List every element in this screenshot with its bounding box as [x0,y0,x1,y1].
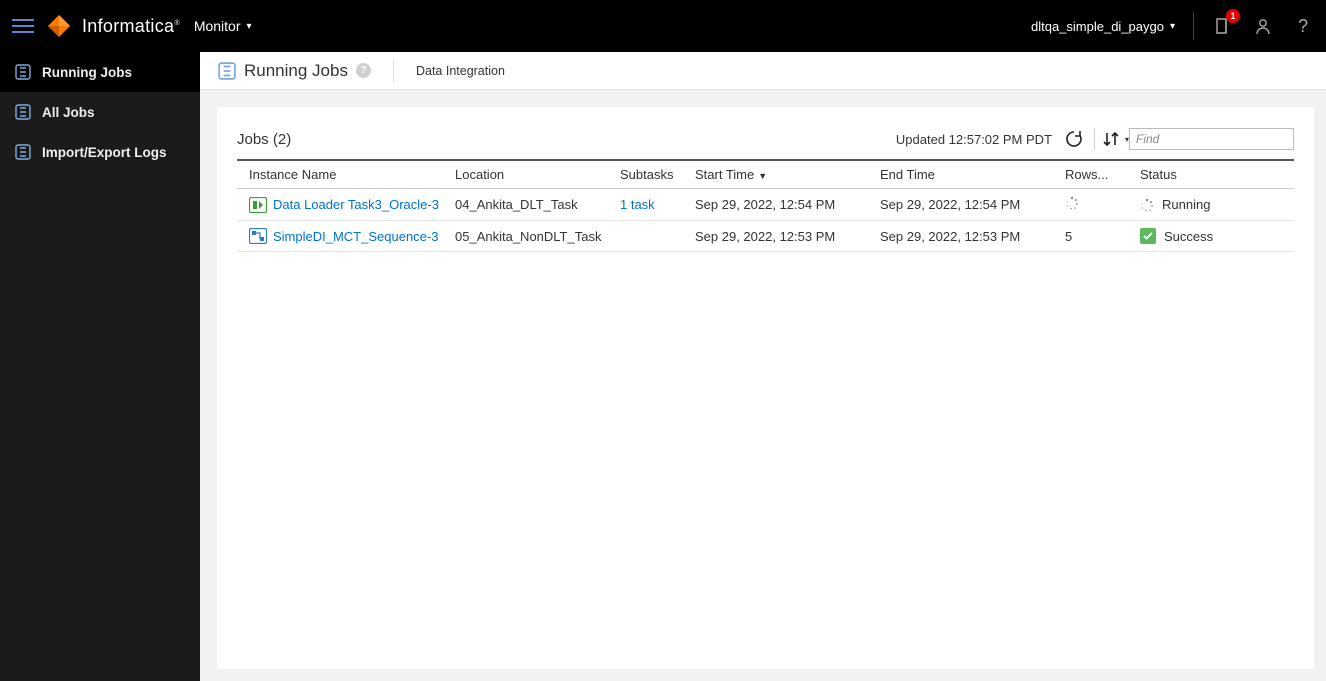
instance-link[interactable]: Data Loader Task3_Oracle-3 [273,197,439,212]
cell-location: 04_Ankita_DLT_Task [447,189,612,221]
jobs-title: Jobs (2) [237,131,291,148]
sidebar: Running Jobs All Jobs Import/Export Logs [0,52,200,681]
import-export-icon [14,143,32,161]
cell-subtasks [612,221,687,252]
page-context: Data Integration [416,64,505,78]
jobs-panel: Jobs (2) Updated 12:57:02 PM PDT ▾ [217,107,1314,669]
org-switcher[interactable]: dltqa_simple_di_paygo ▾ [1031,19,1175,34]
sidebar-item-label: Import/Export Logs [42,145,167,160]
brand-label: Informatica® [82,16,180,37]
cell-location: 05_Ankita_NonDLT_Task [447,221,612,252]
main: Running Jobs ? Data Integration Jobs (2)… [200,52,1326,681]
chevron-down-icon: ▾ [1170,21,1175,32]
find-input[interactable] [1129,128,1294,150]
divider [1193,12,1194,40]
col-end-time[interactable]: End Time [872,160,1057,189]
divider [393,59,394,83]
table-row[interactable]: Data Loader Task3_Oracle-3 04_Ankita_DLT… [237,189,1294,221]
col-rows[interactable]: Rows... [1057,160,1132,189]
sort-desc-icon: ▼ [758,171,767,181]
status-text: Running [1162,197,1210,212]
page-title-icon [218,62,236,80]
chevron-down-icon: ▾ [247,21,252,32]
hamburger-menu-icon[interactable] [12,15,34,37]
app-name: Monitor [194,18,241,34]
success-check-icon [1140,228,1156,244]
cell-rows: 5 [1057,221,1132,252]
updated-timestamp: Updated 12:57:02 PM PDT [896,132,1052,147]
instance-link[interactable]: SimpleDI_MCT_Sequence-3 [273,229,438,244]
taskflow-icon [249,228,267,244]
cell-end: Sep 29, 2022, 12:53 PM [872,221,1057,252]
sidebar-item-running-jobs[interactable]: Running Jobs [0,52,200,92]
sidebar-item-all-jobs[interactable]: All Jobs [0,92,200,132]
cell-rows [1057,189,1132,221]
page-header: Running Jobs ? Data Integration [200,52,1326,90]
col-instance[interactable]: Instance Name [237,160,447,189]
jobs-toolbar: Jobs (2) Updated 12:57:02 PM PDT ▾ [237,123,1294,155]
running-spinner-icon [1140,198,1154,212]
cell-start: Sep 29, 2022, 12:54 PM [687,189,872,221]
app-switcher[interactable]: Monitor ▾ [194,18,252,34]
loading-spinner-icon [1065,198,1079,213]
sort-icon[interactable]: ▾ [1101,127,1129,151]
sidebar-item-label: All Jobs [42,105,95,120]
data-loader-task-icon [249,197,267,213]
col-subtasks[interactable]: Subtasks [612,160,687,189]
table-header-row: Instance Name Location Subtasks Start Ti… [237,160,1294,189]
col-start-time[interactable]: Start Time▼ [687,160,872,189]
informatica-logo-icon [46,13,72,39]
notifications-icon[interactable]: 1 [1212,15,1234,37]
cell-end: Sep 29, 2022, 12:54 PM [872,189,1057,221]
sidebar-item-import-export-logs[interactable]: Import/Export Logs [0,132,200,172]
subtasks-link[interactable]: 1 task [620,197,655,212]
col-status[interactable]: Status [1132,160,1294,189]
all-jobs-icon [14,103,32,121]
topbar: Informatica® Monitor ▾ dltqa_simple_di_p… [0,0,1326,52]
table-row[interactable]: SimpleDI_MCT_Sequence-3 05_Ankita_NonDLT… [237,221,1294,252]
page-title: Running Jobs [244,61,348,81]
help-tooltip-icon[interactable]: ? [356,63,371,78]
cell-start: Sep 29, 2022, 12:53 PM [687,221,872,252]
running-jobs-icon [14,63,32,81]
user-icon[interactable] [1252,15,1274,37]
help-icon[interactable]: ? [1292,15,1314,37]
divider [1094,128,1095,150]
status-text: Success [1164,229,1213,244]
col-location[interactable]: Location [447,160,612,189]
jobs-table: Instance Name Location Subtasks Start Ti… [237,159,1294,252]
notification-badge: 1 [1226,9,1240,23]
refresh-icon[interactable] [1060,127,1088,151]
org-name: dltqa_simple_di_paygo [1031,19,1164,34]
sidebar-item-label: Running Jobs [42,65,132,80]
